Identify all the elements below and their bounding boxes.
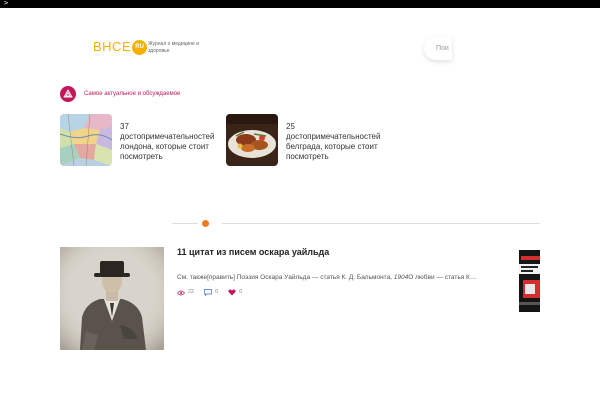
comment-icon [204,289,212,296]
likes-stat[interactable]: 0 [228,289,242,296]
side-ad-banner[interactable] [519,250,540,312]
excerpt-text: См. также[править] Поэзия Оскара Уайльда… [177,274,394,281]
site-logo[interactable]: ВНСЕ RU [93,39,148,55]
london-map-thumbnail [60,114,112,166]
logo-text: ВНСЕ [93,39,132,54]
eye-icon [177,290,185,295]
browser-top-bar: > [0,0,600,8]
featured-card-title: 37 достопримечательностей лондона, котор… [120,122,215,161]
featured-card-london[interactable]: 37 достопримечательностей лондона, котор… [60,114,220,166]
comments-count: 0 [215,289,219,295]
section-divider [172,223,198,224]
views-count: 22 [188,289,195,295]
article-excerpt: См. также[править] Поэзия Оскара Уайльда… [177,273,476,282]
trending-label: Самое актуальное и обсуждаемое [84,91,181,97]
likes-count: 0 [239,289,243,295]
belgrade-food-thumbnail [226,114,278,166]
section-divider [222,223,540,224]
logo-badge: RU [132,39,148,55]
trending-icon [60,86,76,102]
site-tagline: Журнал о медицине и здоровье [148,41,200,54]
pagination-dot[interactable] [202,220,209,227]
terminal-glyph: > [4,0,9,7]
search-input[interactable] [424,36,452,60]
article-photo[interactable] [60,247,164,350]
article-title[interactable]: 11 цитат из писем оскара уайльда [177,246,329,258]
comments-stat[interactable]: 0 [204,289,218,296]
featured-card-belgrade[interactable]: 25 достопримечательностей белграда, кото… [226,114,386,166]
excerpt-year: 1904 [393,274,409,281]
heart-icon [228,289,236,296]
search-box[interactable] [424,36,452,60]
views-stat: 22 [177,289,194,296]
article-stats: 22 0 0 [177,289,252,296]
featured-card-title: 25 достопримечательностей белграда, кото… [286,122,381,161]
excerpt-text-end: О любви — статья К… [408,274,477,281]
